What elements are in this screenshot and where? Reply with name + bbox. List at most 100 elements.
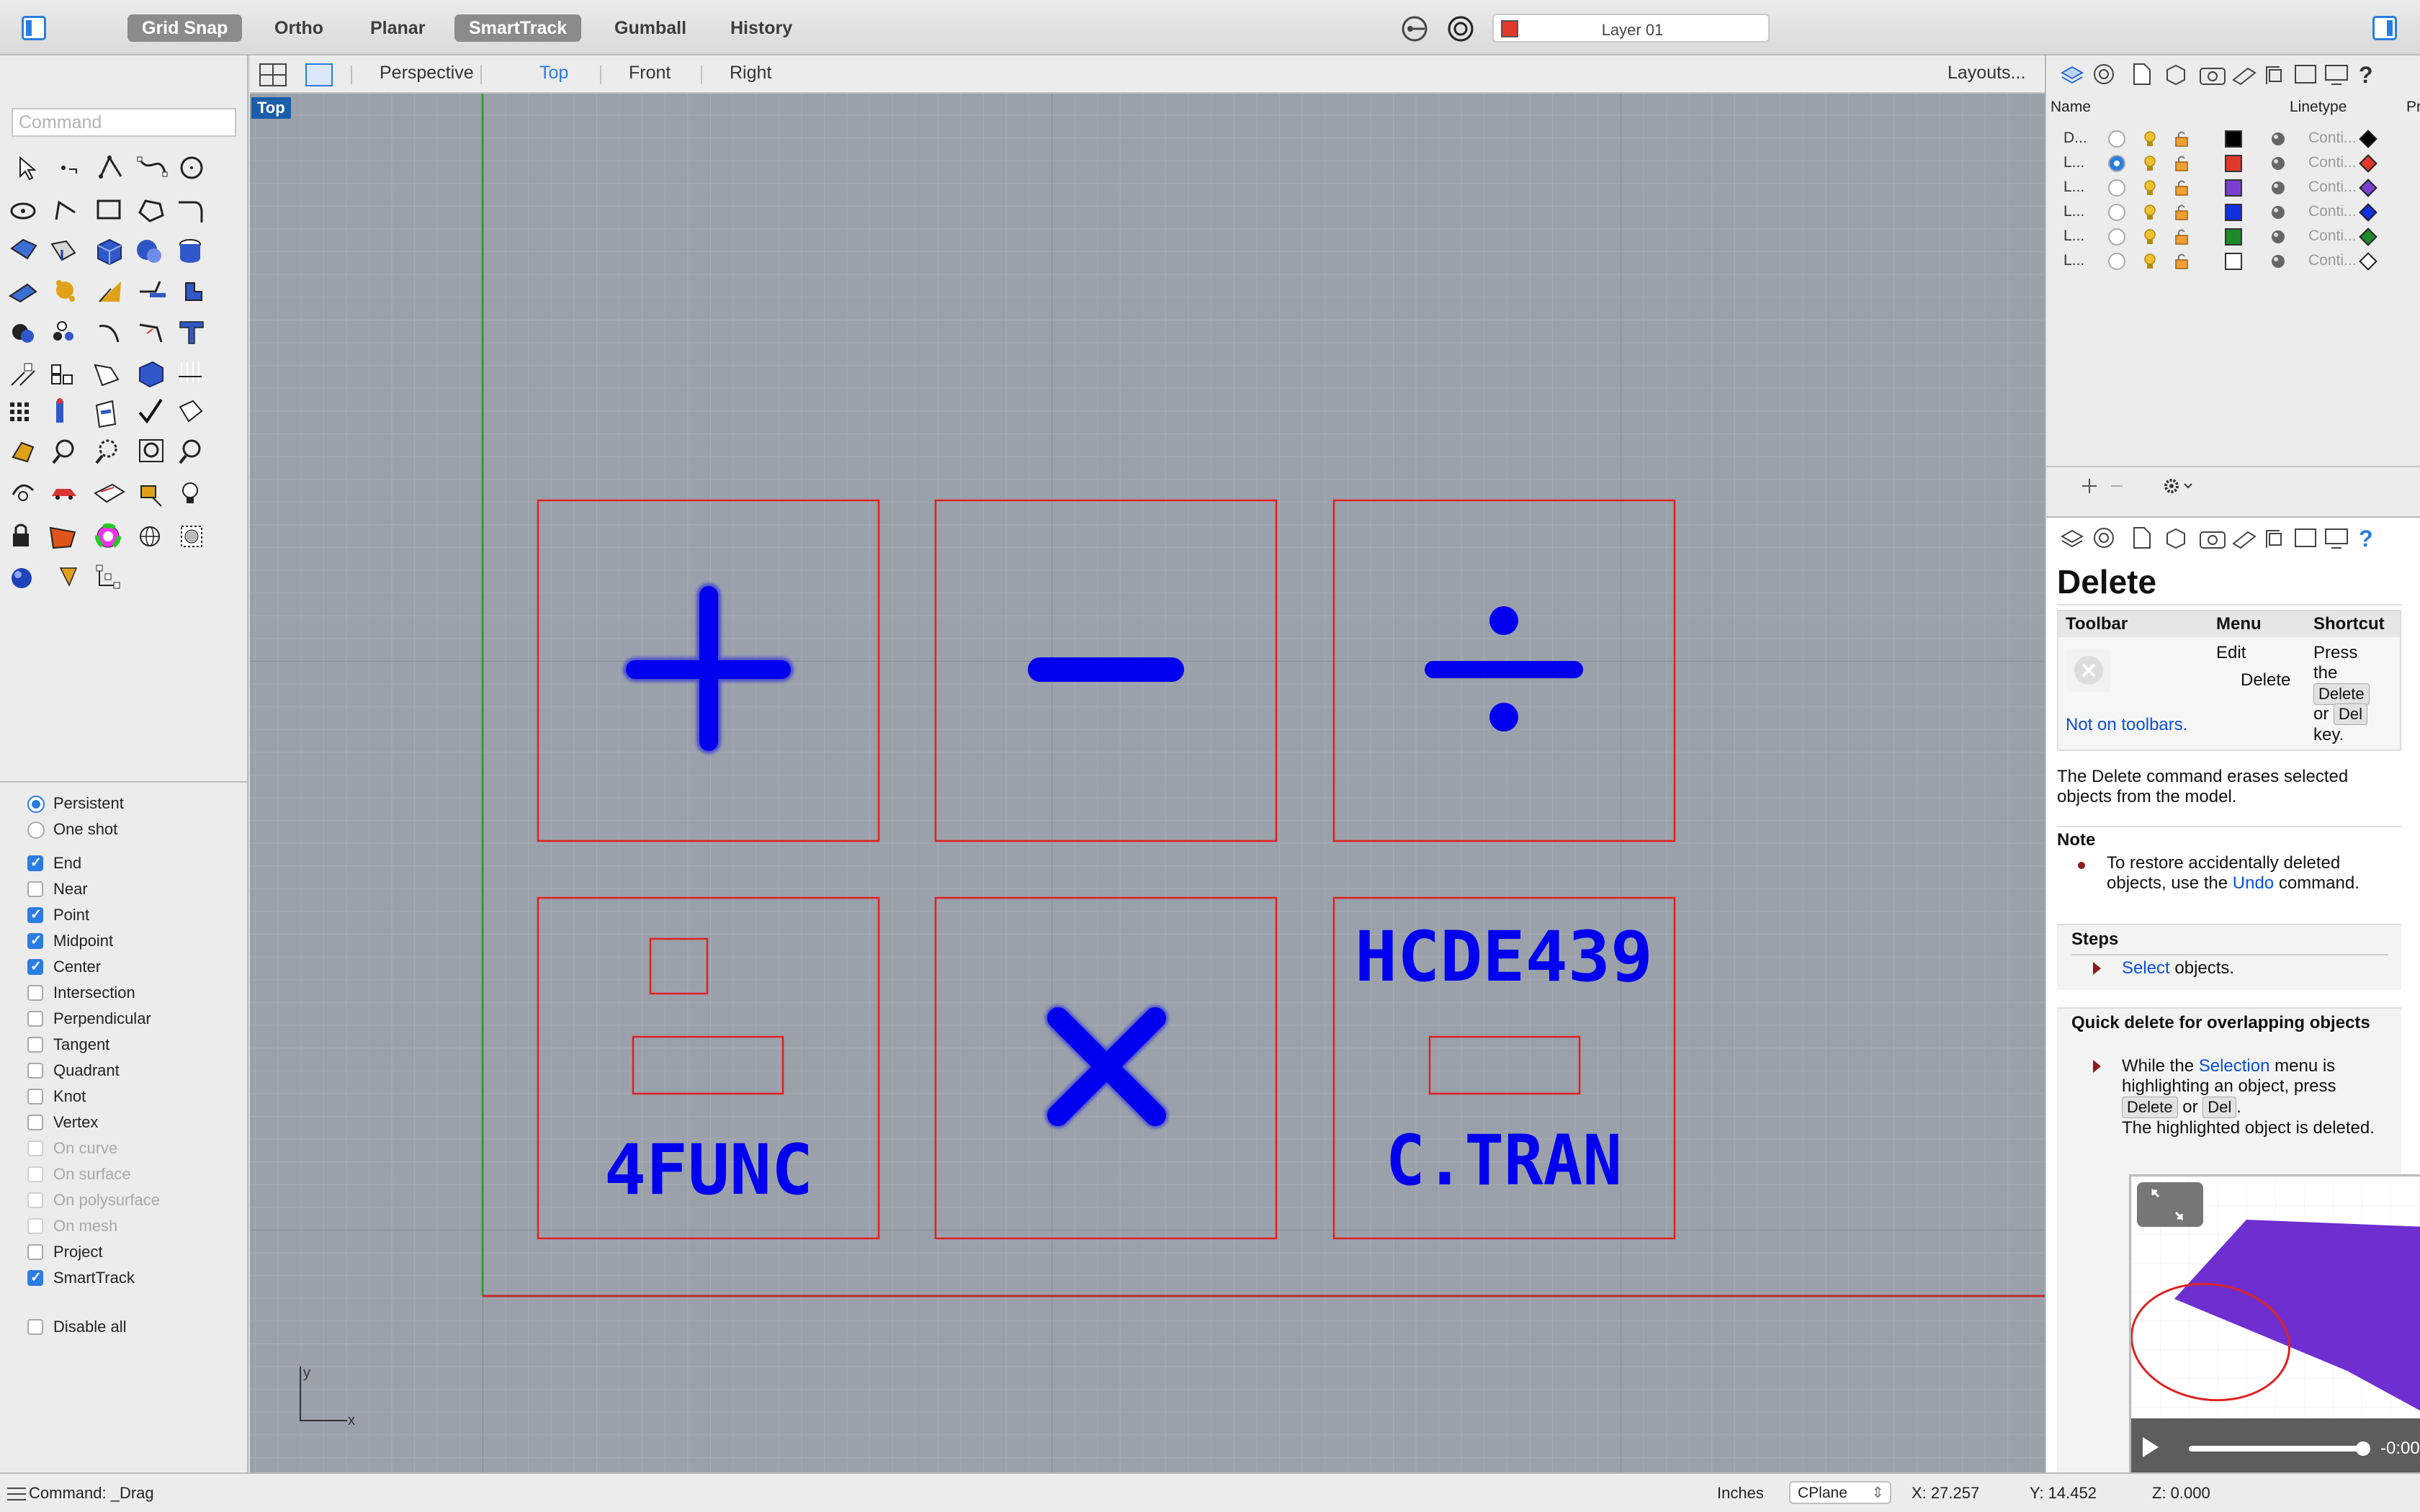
- arc-tool-icon[interactable]: [55, 200, 76, 220]
- help-video[interactable]: -0:00: [2129, 1174, 2420, 1475]
- cplane-tool-icon[interactable]: [94, 483, 125, 503]
- layout-tool-icon[interactable]: [95, 400, 117, 428]
- lock-tool-icon[interactable]: [13, 523, 29, 546]
- help-panel-icon[interactable]: ?: [2359, 62, 2373, 88]
- rotate-view-icon[interactable]: [12, 484, 35, 501]
- current-layer-radio[interactable]: [2108, 179, 2125, 197]
- layer-row[interactable]: L... Conti...: [2063, 175, 2416, 199]
- persistent-radio[interactable]: [27, 796, 45, 813]
- select-link[interactable]: Select: [2122, 958, 2170, 978]
- layer-color-swatch[interactable]: [2225, 253, 2242, 270]
- zoom-extents-icon[interactable]: [95, 439, 117, 464]
- document-panel-icon[interactable]: [2133, 527, 2151, 549]
- video-progress-thumb[interactable]: [2356, 1441, 2370, 1456]
- layer-print-color-icon[interactable]: [2359, 203, 2378, 222]
- monitor-panel-icon[interactable]: [2325, 528, 2348, 549]
- osnap-checkbox[interactable]: [27, 855, 43, 871]
- layers-panel-icon[interactable]: [2060, 529, 2084, 548]
- named-views-icon[interactable]: [2295, 65, 2316, 84]
- lock-icon[interactable]: [2175, 156, 2188, 171]
- boolean-tool-icon[interactable]: [12, 324, 34, 343]
- ortho-toggle[interactable]: Ortho: [260, 14, 338, 42]
- pointer-cone-icon[interactable]: [59, 567, 78, 587]
- layer-linetype[interactable]: Conti...: [2308, 228, 2357, 245]
- layer-row[interactable]: L... Conti...: [2063, 150, 2416, 175]
- layer-linetype[interactable]: Conti...: [2308, 130, 2357, 147]
- layer-print-color-icon[interactable]: [2359, 154, 2378, 173]
- tab-perspective[interactable]: Perspective: [380, 63, 474, 84]
- trim-tool-icon[interactable]: [139, 323, 163, 343]
- polyline-tool-icon[interactable]: [99, 155, 122, 179]
- units-indicator[interactable]: Inches: [1717, 1484, 1764, 1503]
- light-bulb-icon[interactable]: [2144, 253, 2156, 269]
- help-panel-icon[interactable]: ?: [2359, 526, 2373, 552]
- analyze-tool-icon[interactable]: [139, 361, 163, 388]
- circle-tool-icon[interactable]: [180, 156, 203, 179]
- document-panel-icon[interactable]: [2133, 63, 2151, 85]
- layer-print-color-icon[interactable]: [2359, 252, 2378, 271]
- one-shot-radio[interactable]: [27, 822, 45, 839]
- layer-print-color-icon[interactable]: [2359, 228, 2378, 246]
- current-layer-dropdown[interactable]: Layer 01: [1492, 14, 1770, 42]
- tab-front[interactable]: Front: [629, 63, 671, 84]
- author-text[interactable]: C.TRAN: [1386, 1120, 1622, 1201]
- osnap-checkbox[interactable]: [27, 906, 43, 923]
- layer-row[interactable]: D... Conti...: [2063, 126, 2416, 150]
- right-sidebar-toggle-icon[interactable]: [2372, 16, 2397, 40]
- materials-panel-icon[interactable]: [2232, 67, 2257, 86]
- array-tool-icon[interactable]: [51, 364, 73, 384]
- named-cplanes-icon[interactable]: [2266, 530, 2282, 548]
- osnap-checkbox[interactable]: [27, 1011, 43, 1027]
- layer-name[interactable]: L...: [2063, 179, 2084, 196]
- layer-row[interactable]: L... Conti...: [2063, 248, 2416, 273]
- light-bulb-icon[interactable]: [2144, 180, 2156, 195]
- edit-tools-icon[interactable]: [185, 282, 202, 301]
- layer-linetype[interactable]: Conti...: [2308, 252, 2357, 269]
- layer-name[interactable]: L...: [2063, 203, 2084, 220]
- video-progress-track[interactable]: [2189, 1446, 2362, 1452]
- course-text[interactable]: HCDE439: [1355, 917, 1653, 997]
- layer-linetype[interactable]: Conti...: [2308, 154, 2357, 171]
- command-input[interactable]: [13, 109, 235, 135]
- layer-material-icon[interactable]: [2269, 204, 2290, 221]
- properties-panel-icon[interactable]: [2166, 64, 2185, 86]
- play-icon[interactable]: [2140, 1433, 2161, 1462]
- expand-video-button[interactable]: [2137, 1182, 2203, 1227]
- polygon-tool-icon[interactable]: [138, 199, 164, 222]
- osnap-checkbox[interactable]: [27, 1089, 43, 1104]
- osnap-checkbox[interactable]: [27, 881, 43, 897]
- layer-material-icon[interactable]: [2269, 228, 2290, 246]
- left-sidebar-toggle-icon[interactable]: [22, 16, 46, 40]
- layers-panel-icon[interactable]: [2060, 66, 2084, 84]
- layer-name[interactable]: D...: [2063, 130, 2087, 147]
- render-sphere-icon[interactable]: [12, 568, 32, 588]
- display-panel-icon[interactable]: [2094, 528, 2114, 548]
- transform-tool-icon[interactable]: [140, 281, 166, 297]
- layer-material-icon[interactable]: [2269, 253, 2290, 270]
- add-layer-button[interactable]: [2082, 479, 2097, 493]
- light-bulb-icon[interactable]: [2144, 229, 2156, 244]
- layer-linetype[interactable]: Conti...: [2308, 179, 2357, 196]
- layer-color-swatch[interactable]: [2225, 228, 2242, 246]
- fillet-tool-icon[interactable]: [179, 201, 203, 222]
- osnap-checkbox[interactable]: [27, 1037, 43, 1053]
- single-viewport-icon[interactable]: [305, 63, 333, 87]
- properties-panel-icon[interactable]: [2166, 528, 2185, 549]
- grid-array-icon[interactable]: [10, 402, 29, 421]
- osnap-checkbox[interactable]: [27, 958, 43, 975]
- command-history-icon[interactable]: [6, 1485, 27, 1503]
- layers-header-linetype[interactable]: Linetype: [2290, 99, 2347, 116]
- current-layer-radio[interactable]: [2108, 228, 2125, 246]
- cylinder-tool-icon[interactable]: [179, 239, 201, 263]
- lock-icon[interactable]: [2175, 131, 2188, 147]
- sphere-wire-icon[interactable]: [140, 526, 160, 546]
- lights-tool-icon[interactable]: [179, 362, 202, 382]
- planar-toggle[interactable]: Planar: [356, 14, 439, 42]
- viewport-canvas[interactable]: 4FUNC HCDE439 C.TRAN y x: [250, 94, 2045, 1472]
- layers-header-name[interactable]: Name: [2051, 99, 2091, 116]
- four-viewports-icon[interactable]: [259, 63, 287, 87]
- layer-name[interactable]: L...: [2063, 228, 2084, 245]
- osnap-target-icon[interactable]: [1446, 14, 1475, 43]
- display-panel-icon[interactable]: [2094, 64, 2114, 84]
- named-view-icon[interactable]: [140, 485, 162, 507]
